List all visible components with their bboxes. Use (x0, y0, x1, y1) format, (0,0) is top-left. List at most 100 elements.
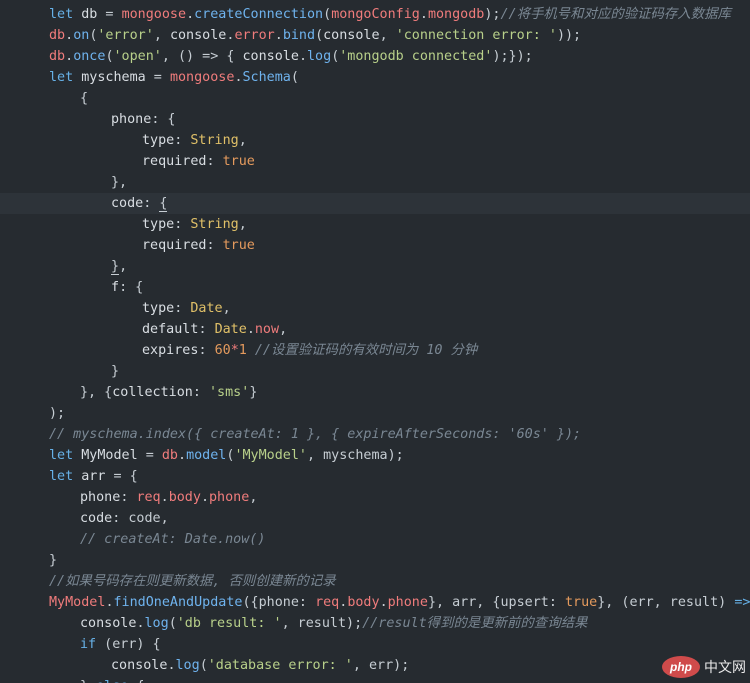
code-token: : (120, 490, 137, 505)
code-token: , (238, 217, 247, 232)
code-line[interactable]: code: code, (0, 508, 750, 529)
code-line[interactable]: let MyModel = db.model('MyModel', mysche… (0, 445, 750, 466)
code-line[interactable]: db.on('error', console.error.bind(consol… (0, 25, 750, 46)
code-token: code (80, 511, 113, 526)
code-token: : code, (112, 511, 169, 526)
code-line[interactable]: db.once('open', () => { console.log('mon… (0, 46, 750, 67)
code-token: } (111, 364, 120, 379)
code-line[interactable]: }, {collection: 'sms'} (0, 382, 750, 403)
code-token: : (198, 343, 215, 358)
code-token: mongoConfig (331, 7, 420, 22)
code-token: String (190, 133, 239, 148)
code-token: . (246, 322, 255, 337)
code-token: : (198, 322, 215, 337)
code-line[interactable]: } (0, 361, 750, 382)
code-line-content: type: String, (142, 130, 247, 151)
code-line-content: required: true (142, 151, 255, 172)
code-token: arr (81, 469, 106, 484)
code-line[interactable]: let arr = { (0, 466, 750, 487)
code-token: ( (168, 616, 177, 631)
code-line-content: //如果号码存在则更新数据, 否则创建新的记录 (49, 571, 336, 592)
code-token: ({phone: (242, 595, 316, 610)
code-token: myschema (81, 70, 146, 85)
code-token: )); (556, 28, 582, 43)
code-token: } (249, 385, 258, 400)
code-token: required (142, 238, 207, 253)
code-token: log (307, 49, 332, 64)
code-token: . (298, 49, 307, 64)
code-line-content: phone: req.body.phone, (80, 487, 257, 508)
watermark: php 中文网 (662, 654, 746, 680)
code-token: } (111, 259, 120, 275)
code-line[interactable]: MyModel.findOneAndUpdate({phone: req.bod… (0, 592, 750, 613)
code-line[interactable]: expires: 60*1 //设置验证码的有效时间为 10 分钟 (0, 340, 750, 361)
code-token: let (49, 70, 82, 85)
code-line[interactable]: required: true (0, 151, 750, 172)
code-line[interactable]: default: Date.now, (0, 319, 750, 340)
code-token: type (142, 301, 175, 316)
code-token: mongoose (169, 70, 235, 85)
code-line-content: f: { (111, 277, 143, 298)
code-line[interactable]: }, (0, 172, 750, 193)
code-token: db (49, 28, 66, 43)
code-token: );}); (492, 49, 533, 64)
code-line[interactable]: let db = mongoose.createConnection(mongo… (0, 4, 750, 25)
code-token: MyModel (81, 448, 138, 463)
code-token: 'sms' (209, 385, 250, 400)
code-line-content: MyModel.findOneAndUpdate({phone: req.bod… (49, 592, 750, 613)
code-line-content: expires: 60*1 //设置验证码的有效时间为 10 分钟 (142, 340, 477, 361)
code-line[interactable]: ); (0, 403, 750, 424)
code-token: = (145, 70, 170, 85)
code-token: true (222, 238, 255, 253)
code-line[interactable]: // myschema.index({ createAt: 1 }, { exp… (0, 424, 750, 445)
code-token: 'connection error: ' (395, 28, 557, 43)
php-logo: php (662, 656, 700, 678)
code-line-current[interactable]: code: { (0, 193, 750, 214)
code-line[interactable]: console.log('database error: ', err); (0, 655, 750, 676)
watermark-site-text: 中文网 (704, 660, 746, 676)
code-token: ( (323, 7, 332, 22)
code-line-content: db.on('error', console.error.bind(consol… (49, 25, 581, 46)
code-line[interactable]: type: String, (0, 130, 750, 151)
code-line[interactable]: // createAt: Date.now() (0, 529, 750, 550)
code-line-content: let db = mongoose.createConnection(mongo… (49, 4, 731, 25)
code-token: 'MyModel' (234, 448, 307, 463)
code-line[interactable]: }, (0, 256, 750, 277)
code-token: default (142, 322, 199, 337)
code-line[interactable]: console.log('db result: ', result);//res… (0, 613, 750, 634)
code-token: 60 (214, 343, 231, 358)
code-line[interactable]: let myschema = mongoose.Schema( (0, 67, 750, 88)
code-token: phone (111, 112, 152, 127)
code-token: required (142, 154, 207, 169)
code-line[interactable]: } else { (0, 676, 750, 683)
code-token: findOneAndUpdate (113, 595, 243, 610)
code-token: createConnection (194, 7, 324, 22)
code-token: 1 (238, 343, 247, 358)
code-editor[interactable]: let db = mongoose.createConnection(mongo… (0, 0, 750, 683)
code-line[interactable]: phone: { (0, 109, 750, 130)
code-token: 'mongodb connected' (339, 49, 493, 64)
code-token: let (49, 448, 82, 463)
code-line[interactable]: //如果号码存在则更新数据, 否则创建新的记录 (0, 571, 750, 592)
code-token: req (136, 490, 161, 505)
code-token: true (222, 154, 255, 169)
code-line[interactable]: f: { (0, 277, 750, 298)
code-line[interactable]: { (0, 88, 750, 109)
code-token: on (73, 28, 90, 43)
code-line[interactable]: required: true (0, 235, 750, 256)
code-line[interactable]: phone: req.body.phone, (0, 487, 750, 508)
code-line[interactable]: if (err) { (0, 634, 750, 655)
code-token: { (159, 196, 168, 212)
code-line[interactable]: type: String, (0, 214, 750, 235)
code-token: , (279, 322, 288, 337)
code-token: 'database error: ' (207, 658, 353, 673)
code-token: ); (484, 7, 501, 22)
code-token: expires (142, 343, 199, 358)
code-token: * (230, 343, 239, 358)
code-token: : { (119, 280, 144, 295)
code-line[interactable]: type: Date, (0, 298, 750, 319)
code-token: ); (49, 406, 66, 421)
code-line-content: type: Date, (142, 298, 231, 319)
code-line[interactable]: } (0, 550, 750, 571)
code-line-content: code: code, (80, 508, 169, 529)
